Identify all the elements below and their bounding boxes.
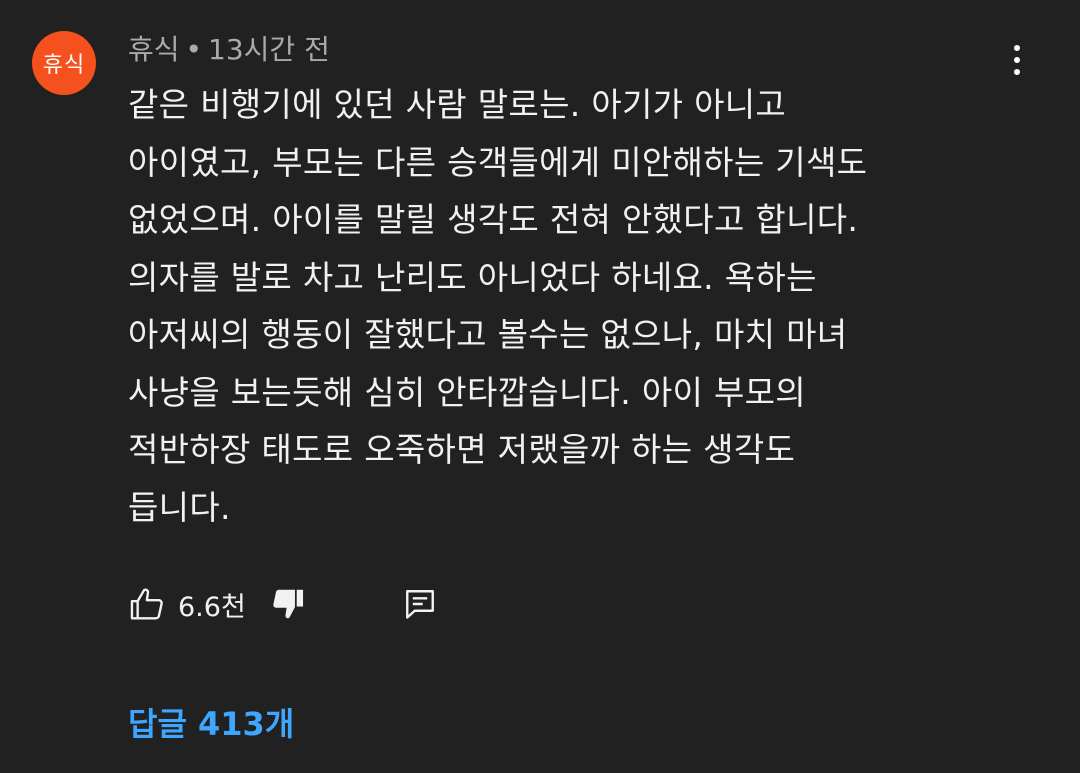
meta-separator: •: [185, 33, 203, 66]
comment-body-line: 없었으며. 아이를 말릴 생각도 전혀 안했다고 합니다.: [128, 200, 859, 239]
avatar[interactable]: 휴식: [32, 31, 96, 95]
like-count: 6.6천: [178, 591, 246, 623]
more-vertical-icon-dot: [1014, 69, 1020, 75]
avatar-text: 휴식: [42, 53, 86, 78]
thumbs-down-icon: [273, 589, 303, 619]
dislike-button[interactable]: [268, 584, 308, 624]
comment-body-line: 같은 비행기에 있던 사람 말로는. 아기가 아니고: [128, 85, 787, 124]
comment-item: 휴식 휴식 • 13시간 전 같은 비행기에 있던 사람 말로는. 아기가 아니고 …: [0, 0, 1080, 773]
comment-body-line: 의자를 발로 차고 난리도 아니었다 하네요. 욕하는: [128, 257, 817, 297]
replies-link[interactable]: 답글 413개: [128, 699, 294, 745]
comment-body-line: 사냥을 보는듯해 심히 안타깝습니다. 아이 부모의: [128, 372, 806, 412]
comment-body-line: 적반하장 태도로 오죽하면 저랬을까 하는 생각도: [128, 430, 796, 469]
more-vertical-icon-dot: [1014, 57, 1020, 63]
comment-time[interactable]: 13시간 전: [208, 33, 330, 66]
author-name[interactable]: 휴식: [128, 33, 180, 66]
more-options-button[interactable]: [1000, 38, 1034, 82]
reply-button[interactable]: [400, 584, 440, 624]
thumbs-up-icon: [130, 588, 163, 620]
comment-body: 같은 비행기에 있던 사람 말로는. 아기가 아니고 아이였고, 부모는 다른 …: [128, 76, 867, 536]
comment-body-line: 아이였고, 부모는 다른 승객들에게 미안해하는 기색도: [128, 142, 868, 182]
like-button[interactable]: 6.6천: [128, 585, 246, 624]
comment-reply-icon: [405, 590, 434, 619]
comment-actions: 6.6천: [128, 584, 440, 624]
comment-body-line: 아저씨의 행동이 잘했다고 볼수는 없으나, 마치 마녀: [128, 315, 848, 354]
comment-body-line: 듭니다.: [128, 487, 231, 527]
more-vertical-icon: [1014, 45, 1020, 51]
comment-meta: 휴식 • 13시간 전: [128, 28, 330, 68]
